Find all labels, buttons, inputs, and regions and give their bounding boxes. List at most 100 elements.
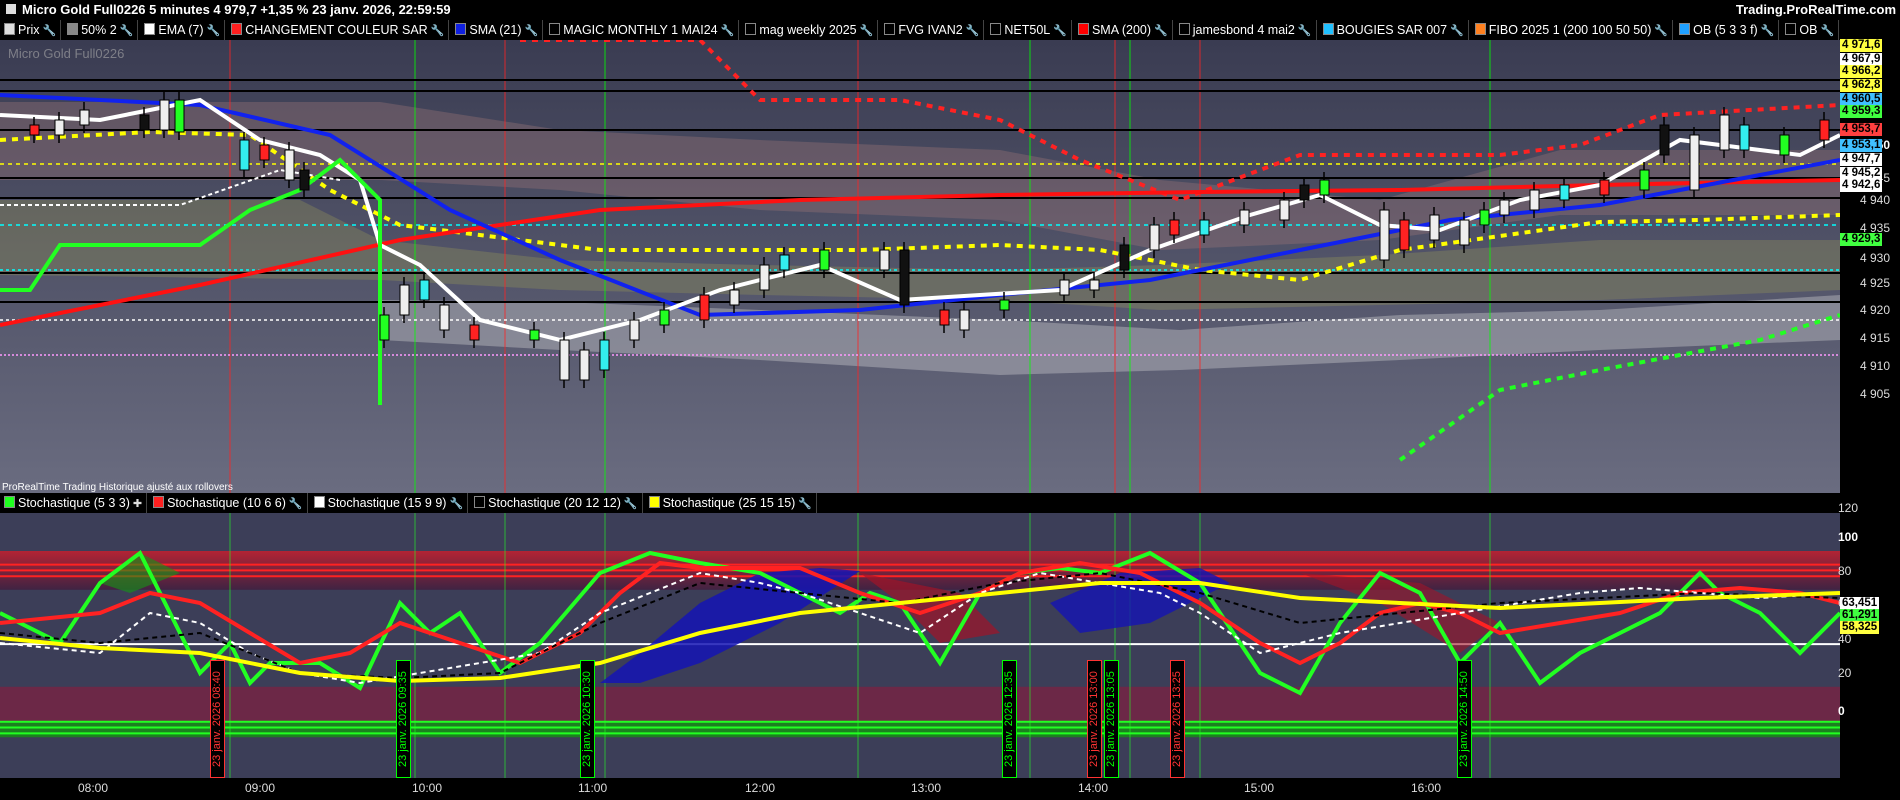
indicator-legend: Prix 🔧 50% 2 🔧 EMA (7) 🔧 CHANGEMENT COULEUR SA… [0,20,1900,40]
oscillator-0[interactable]: Stochastique (5 3 3) ✚ [0,493,148,514]
osc-tick: 20 [1838,666,1852,680]
candle-body [1779,134,1790,156]
wrench-icon[interactable]: 🔧 [1154,21,1168,40]
candle-body [159,99,170,131]
wrench-icon[interactable]: 🔧 [1298,21,1312,40]
indicator-label: Prix [18,23,40,37]
candle-body [1149,224,1160,251]
candle-body [1499,199,1510,216]
candle-body [729,289,740,306]
candle-body [1399,219,1410,251]
indicator-3[interactable]: CHANGEMENT COULEUR SAR 🔧 [227,20,450,40]
time-tag: 23 janv. 2026 13:00 [1087,660,1102,778]
candle-body [1279,199,1290,221]
site-label: Trading.ProRealTime.com [1735,2,1896,17]
wrench-icon[interactable]: 🔧 [798,494,812,514]
indicator-9[interactable]: SMA (200) 🔧 [1074,20,1173,40]
time-axis[interactable]: 08:00 09:00 10:00 11:00 12:00 13:00 14:00 15:00… [0,778,1900,800]
wrench-icon[interactable]: 🔧 [721,21,735,40]
oscillator-2[interactable]: Stochastique (15 9 9) 🔧 [310,493,469,514]
wrench-icon[interactable]: 🔧 [1654,21,1668,40]
stochastic-panel[interactable] [0,513,1840,778]
indicator-color-swatch [1679,23,1691,35]
wrench-icon[interactable]: 🔧 [207,21,221,40]
wrench-icon[interactable]: 🔧 [289,494,303,514]
oscillator-axis[interactable]: 12010080604020063,45161,29158,325 [1838,493,1900,778]
candle-body [529,329,540,341]
indicator-6[interactable]: mag weekly 2025 🔧 [741,20,879,40]
indicator-5[interactable]: MAGIC MONTHLY 1 MAI24 🔧 [545,20,740,40]
candle-body [699,294,710,321]
instrument-watermark: Micro Gold Full0226 [8,46,124,61]
time-tick: 14:00 [1078,781,1109,795]
candle-body [1089,279,1100,291]
price-axis[interactable]: 4 9504 9454 9404 9354 9304 9254 9204 915… [1840,39,1900,493]
price-chart[interactable]: Micro Gold Full0226 ProRealTime Trading H… [0,40,1840,493]
indicator-14[interactable]: OB 🔧 [1781,20,1840,40]
candle-body [1739,124,1750,151]
indicator-13[interactable]: OB (5 3 3 f) 🔧 [1675,20,1780,40]
oscillator-1[interactable]: Stochastique (10 6 6) 🔧 [149,493,308,514]
indicator-11[interactable]: BOUGIES SAR 007 🔧 [1319,20,1469,40]
indicator-color-swatch [4,23,15,35]
wrench-icon[interactable]: 🔧 [1053,21,1067,40]
indicator-1[interactable]: 50% 2 🔧 [63,20,139,40]
candle-body [599,339,610,371]
candle-body [899,249,910,306]
price-tick: 4 940 [1860,193,1891,207]
indicator-7[interactable]: FVG IVAN2 🔧 [880,20,985,40]
oscillator-color-swatch [313,496,325,508]
oscillator-4[interactable]: Stochastique (25 15 15) 🔧 [645,493,818,514]
indicator-color-swatch [549,23,561,35]
price-label: 4 942,6 [1840,179,1883,192]
time-tick: 11:00 [578,781,608,795]
candle-body [959,309,970,331]
indicator-label: BOUGIES SAR 007 [1336,23,1448,37]
wrench-icon[interactable]: 🔧 [525,21,539,40]
wrench-icon[interactable]: 🔧 [449,494,463,514]
oscillator-3[interactable]: Stochastique (20 12 12) 🔧 [470,493,643,514]
candle-body [259,144,270,161]
indicator-12[interactable]: FIBO 2025 1 (200 100 50 50) 🔧 [1471,20,1674,40]
indicator-10[interactable]: jamesbond 4 mai2 🔧 [1175,20,1317,40]
price-tick: 4 910 [1860,359,1891,373]
wrench-icon[interactable]: 🔧 [431,21,445,40]
price-label: 4 962,8 [1840,79,1883,92]
wrench-icon[interactable]: 🔧 [1450,21,1464,40]
indicator-color-swatch [745,23,757,35]
candle-body [629,319,640,341]
candle-body [879,249,890,271]
wrench-icon[interactable]: 🔧 [1820,21,1834,40]
oscillator-color-swatch [4,496,15,508]
wrench-icon[interactable]: 🔧 [966,21,980,40]
indicator-2[interactable]: EMA (7) 🔧 [140,20,226,40]
indicator-4[interactable]: SMA (21) 🔧 [451,20,544,40]
candle-body [759,264,770,291]
candle-body [779,254,790,271]
price-label: 4 971,6 [1840,39,1883,52]
plus-icon[interactable]: ✚ [133,494,142,514]
wrench-icon[interactable]: 🔧 [120,21,134,40]
indicator-label: NET50L [1004,23,1051,37]
wrench-icon[interactable]: 🔧 [860,21,874,40]
wrench-icon[interactable]: 🔧 [624,494,638,514]
wrench-icon[interactable]: 🔧 [1761,21,1775,40]
window-menu-icon[interactable] [6,4,16,14]
indicator-8[interactable]: NET50L 🔧 [986,20,1072,40]
time-tag: 23 janv. 2026 10:30 [580,660,595,778]
indicator-color-swatch [1077,23,1089,35]
osc-tick: 0 [1838,704,1845,718]
price-label: 4 959,3 [1840,105,1883,118]
candle-body [174,99,185,133]
wrench-icon[interactable]: 🔧 [43,21,57,40]
indicator-label: 50% 2 [81,23,117,37]
time-tick: 08:00 [78,781,109,795]
indicator-color-swatch [455,23,467,35]
oscillator-label: Stochastique (20 12 12) [488,496,621,510]
price-label: 4 966,2 [1840,65,1883,78]
candle-body [659,309,670,326]
indicator-0[interactable]: Prix 🔧 [0,20,62,40]
time-tick: 10:00 [412,781,443,795]
indicator-label: OB [1799,23,1818,37]
time-tick: 15:00 [1244,781,1275,795]
